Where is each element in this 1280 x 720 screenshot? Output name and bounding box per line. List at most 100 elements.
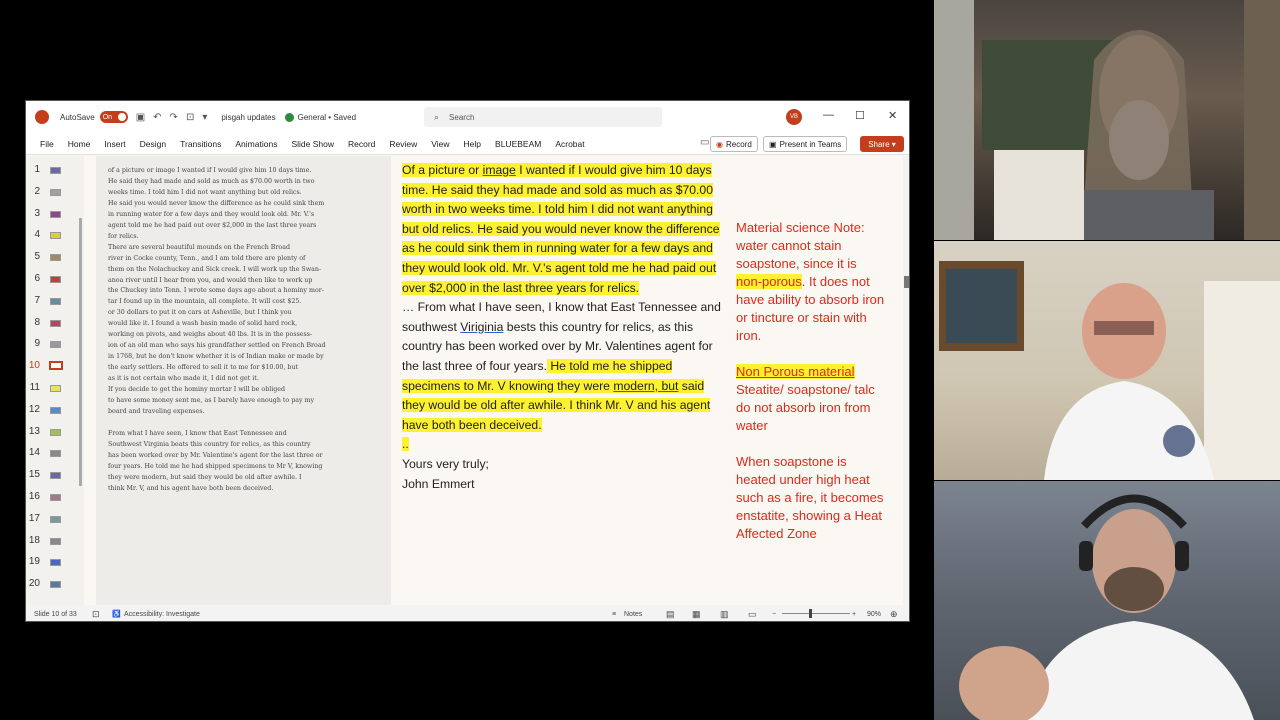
present-in-teams-button[interactable]: ▣ Present in Teams bbox=[763, 136, 848, 152]
accessibility-status[interactable]: Accessibility: Investigate bbox=[124, 611, 200, 618]
close-icon[interactable]: ✕ bbox=[888, 109, 897, 122]
scan-line: ion of an old man who says his grandfath… bbox=[108, 342, 326, 350]
slide-sorter-icon[interactable]: ▦ bbox=[692, 609, 701, 620]
normal-view-icon[interactable]: ▤ bbox=[666, 609, 675, 620]
slide-thumbnail-5[interactable]: 5 bbox=[26, 251, 82, 267]
zoom-level[interactable]: 90% bbox=[867, 611, 881, 618]
tab-slide-show[interactable]: Slide Show bbox=[291, 139, 334, 149]
letter-transcription[interactable]: Of a picture or image I wanted if I woul… bbox=[402, 161, 728, 494]
undo-icon[interactable]: ↶ bbox=[153, 112, 161, 123]
scan-line: in running water for a few days and they… bbox=[108, 210, 315, 218]
slide-thumbnail-11[interactable]: 11 bbox=[26, 382, 82, 398]
slide-thumbnail-4[interactable]: 4 bbox=[26, 229, 82, 245]
title-bar: AutoSave On ▣ ↶ ↷ ⊡ ▾ pisgah updates Gen… bbox=[26, 101, 909, 133]
note-2-body: Steatite/ soapstone/ talc do not absorb … bbox=[736, 382, 875, 433]
tab-file[interactable]: File bbox=[40, 139, 54, 149]
search-input[interactable]: ⌕ Search bbox=[424, 107, 662, 127]
notes-button[interactable]: Notes bbox=[624, 611, 642, 618]
slide-thumbnail-2[interactable]: 2 bbox=[26, 186, 82, 202]
slide-thumbnail-19[interactable]: 19 bbox=[26, 556, 82, 572]
slide-thumbnail-17[interactable]: 17 bbox=[26, 513, 82, 529]
zoom-in-icon[interactable]: + bbox=[852, 611, 856, 618]
tab-acrobat[interactable]: Acrobat bbox=[555, 139, 584, 149]
slide-thumbnail-8[interactable]: 8 bbox=[26, 317, 82, 333]
scan-line bbox=[108, 418, 383, 429]
slide-canvas[interactable]: of a picture or image I wanted if I woul… bbox=[96, 156, 901, 605]
letter-signature: John Emmert bbox=[402, 476, 475, 491]
fit-to-window-icon[interactable]: ⊕ bbox=[890, 609, 898, 620]
slide-thumb-image bbox=[49, 361, 63, 371]
tab-view[interactable]: View bbox=[431, 139, 449, 149]
slide-thumbnail-10[interactable]: 10 bbox=[26, 360, 82, 376]
ellipsis-dots: .. bbox=[402, 437, 409, 452]
language-icon[interactable]: ⊡ bbox=[92, 609, 100, 620]
slideshow-icon[interactable]: ▭ bbox=[748, 609, 757, 620]
maximize-icon[interactable]: ☐ bbox=[855, 109, 865, 122]
autosave-label: AutoSave bbox=[60, 112, 95, 122]
slide-thumb-image bbox=[50, 428, 61, 436]
notes-icon[interactable]: ≡ bbox=[612, 611, 616, 618]
slide-thumb-image bbox=[50, 537, 61, 545]
webcam-tile-2 bbox=[934, 241, 1280, 480]
slide-thumbnail-9[interactable]: 9 bbox=[26, 338, 82, 354]
slide-thumb-image bbox=[50, 515, 61, 523]
record-button[interactable]: ◉ Record bbox=[710, 136, 758, 152]
redo-icon[interactable]: ↷ bbox=[170, 112, 178, 123]
tab-record[interactable]: Record bbox=[348, 139, 375, 149]
vertical-scrollbar[interactable] bbox=[903, 156, 909, 605]
powerpoint-window: AutoSave On ▣ ↶ ↷ ⊡ ▾ pisgah updates Gen… bbox=[25, 100, 910, 622]
slide-thumb-image bbox=[50, 188, 61, 196]
share-button[interactable]: Share ▾ bbox=[860, 136, 904, 152]
zoom-slider-thumb[interactable] bbox=[809, 609, 812, 618]
tab-bluebeam[interactable]: BLUEBEAM bbox=[495, 139, 541, 149]
slide-thumbnail-panel: 1 2 3 4 5 6 7 8 9 10 11 12 13 14 15 16 17 18 19 20 bbox=[26, 156, 84, 605]
scan-line: working on pivots, and weighs about 40 l… bbox=[108, 331, 313, 339]
minimize-icon[interactable]: — bbox=[823, 109, 834, 121]
tab-transitions[interactable]: Transitions bbox=[180, 139, 221, 149]
webcam-tile-1 bbox=[934, 0, 1280, 240]
slide-thumbnail-3[interactable]: 3 bbox=[26, 208, 82, 224]
slide-thumbnail-16[interactable]: 16 bbox=[26, 491, 82, 507]
slide-thumbnail-18[interactable]: 18 bbox=[26, 535, 82, 551]
autosave-state: On bbox=[102, 113, 113, 121]
avatar[interactable]: VB bbox=[786, 109, 802, 125]
tab-design[interactable]: Design bbox=[140, 139, 166, 149]
material-science-notes[interactable]: Material science Note: water cannot stai… bbox=[736, 219, 886, 543]
tab-review[interactable]: Review bbox=[389, 139, 417, 149]
present-icon[interactable]: ⊡ bbox=[186, 112, 194, 123]
zoom-out-icon[interactable]: − bbox=[772, 611, 776, 618]
note-spacer bbox=[736, 435, 886, 453]
p2-virginia-word: Viriginia bbox=[460, 319, 504, 334]
customize-icon[interactable]: ▾ bbox=[202, 112, 207, 123]
scanned-letter-image: of a picture or image I wanted if I woul… bbox=[96, 156, 391, 605]
slide-thumbnail-13[interactable]: 13 bbox=[26, 426, 82, 442]
slide-thumbnail-14[interactable]: 14 bbox=[26, 447, 82, 463]
slide-thumbnail-20[interactable]: 20 bbox=[26, 578, 82, 594]
zoom-slider[interactable] bbox=[782, 613, 850, 614]
accessibility-icon[interactable]: ♿ bbox=[112, 610, 121, 618]
autosave-toggle[interactable]: On bbox=[99, 111, 128, 123]
tab-help[interactable]: Help bbox=[464, 139, 481, 149]
slide-thumb-image bbox=[50, 450, 61, 458]
sensitivity-status[interactable]: General • Saved bbox=[298, 113, 356, 122]
slide-thumbnail-6[interactable]: 6 bbox=[26, 273, 82, 289]
tab-animations[interactable]: Animations bbox=[235, 139, 277, 149]
scrollbar-thumb[interactable] bbox=[904, 276, 909, 288]
slide-thumb-image bbox=[50, 232, 61, 240]
comments-icon[interactable]: ▭ bbox=[700, 137, 709, 148]
scan-line: the Chuckey into Tenn. I wrote some days… bbox=[108, 287, 324, 295]
reading-view-icon[interactable]: ▥ bbox=[720, 609, 729, 620]
scan-line: From what I have seen, I know that East … bbox=[108, 429, 287, 437]
teams-button-label: Present in Teams bbox=[779, 139, 842, 149]
document-name[interactable]: pisgah updates bbox=[221, 113, 275, 122]
slide-number: 17 bbox=[28, 512, 40, 524]
slide-thumbnail-1[interactable]: 1 bbox=[26, 164, 82, 180]
save-icon[interactable]: ▣ bbox=[136, 112, 145, 123]
slide-thumbnail-7[interactable]: 7 bbox=[26, 295, 82, 311]
slide-thumbnail-15[interactable]: 15 bbox=[26, 469, 82, 485]
slide-thumbnail-12[interactable]: 12 bbox=[26, 404, 82, 420]
slide-number: 12 bbox=[28, 403, 40, 415]
slide-number: 10 bbox=[28, 360, 40, 372]
tab-home[interactable]: Home bbox=[68, 139, 91, 149]
tab-insert[interactable]: Insert bbox=[104, 139, 125, 149]
